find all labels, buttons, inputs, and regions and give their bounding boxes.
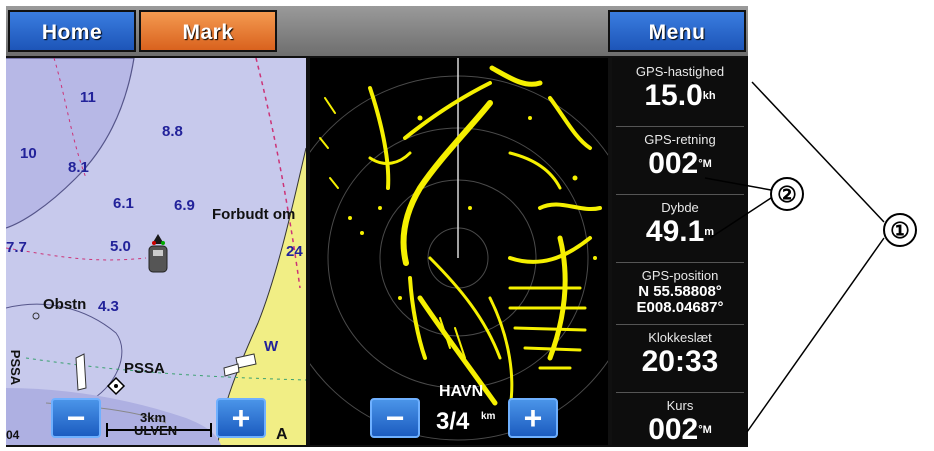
obstruction-label: Obstn xyxy=(43,296,87,313)
field-divider xyxy=(616,126,744,127)
minus-icon: − xyxy=(66,400,86,436)
depth-sounding: 8.1 xyxy=(68,159,89,176)
position-latitude: N 55.58808° xyxy=(638,283,722,300)
speed-field[interactable]: GPS-hastighed 15.0kh xyxy=(612,64,748,112)
field-divider xyxy=(616,324,744,325)
depth-sounding: 11 xyxy=(80,89,96,106)
heading-value: 002 xyxy=(648,147,699,180)
chartplotter-screen: Home Mark Menu 11 8.8 10 8.1 6.1 6.9 7.7… xyxy=(6,6,748,447)
depth-sounding: 10 xyxy=(20,145,37,162)
field-divider xyxy=(616,392,744,393)
field-divider xyxy=(616,194,744,195)
west-marker-label: W xyxy=(264,338,279,355)
heading-field[interactable]: GPS-retning 002°M xyxy=(612,132,748,180)
field-divider xyxy=(616,262,744,263)
clock-field[interactable]: Klokkeslæt 20:33 xyxy=(612,330,748,378)
heading-unit: °M xyxy=(698,158,712,170)
data-fields-pane: GPS-hastighed 15.0kh GPS-retning 002°M D… xyxy=(612,58,748,445)
speed-unit: kh xyxy=(702,90,716,102)
position-label: GPS-position xyxy=(641,268,719,283)
depth-sounding: 4.3 xyxy=(98,298,119,315)
depth-sounding: 6.1 xyxy=(113,195,134,212)
minus-icon: − xyxy=(385,400,405,436)
depth-sounding: 6.9 xyxy=(174,197,195,214)
position-longitude: E008.04687° xyxy=(636,299,724,316)
clock-value: 20:33 xyxy=(641,345,719,378)
course-field[interactable]: Kurs 002°M xyxy=(612,398,748,445)
position-field[interactable]: GPS-position N 55.58808° E008.04687° xyxy=(612,268,748,316)
course-value: 002 xyxy=(648,413,699,446)
depth-sounding: 24 xyxy=(286,243,303,260)
nautical-chart-pane[interactable]: 11 8.8 10 8.1 6.1 6.9 7.7 5.0 4.3 24 For… xyxy=(6,58,306,445)
depth-sounding: 7.7 xyxy=(6,239,27,256)
depth-label: Dybde xyxy=(661,200,699,215)
speed-value: 15.0 xyxy=(644,79,703,112)
pssa-vertical-label: PSSA xyxy=(8,349,24,386)
chart-zoom-in-button[interactable]: + xyxy=(216,398,266,438)
depth-value: 49.1 xyxy=(645,215,705,248)
radar-zoom-out-button[interactable]: − xyxy=(370,398,420,438)
callout-one-icon: ① xyxy=(883,213,917,247)
plus-icon: + xyxy=(523,400,543,436)
scale-place-label: ULVEN xyxy=(134,423,178,438)
chart-zoom-out-button[interactable]: − xyxy=(51,398,101,438)
radar-range-unit: km xyxy=(481,411,496,422)
chart-map-graphic xyxy=(6,58,306,445)
plus-icon: + xyxy=(231,400,251,436)
menu-button[interactable]: Menu xyxy=(608,10,746,52)
course-unit: °M xyxy=(698,424,712,436)
depth-sounding: 5.0 xyxy=(110,238,131,255)
callout-two-icon: ② xyxy=(770,177,804,211)
top-toolbar: Home Mark Menu xyxy=(6,6,748,56)
radar-place-label: HAVN xyxy=(439,383,484,400)
north-arrow-icon: A xyxy=(276,426,288,443)
vessel-icon xyxy=(148,234,168,273)
chart-edge-number: 04 xyxy=(6,428,20,442)
depth-unit: m xyxy=(704,226,715,238)
depth-field[interactable]: Dybde 49.1m xyxy=(612,200,748,248)
pssa-label: PSSA xyxy=(124,360,165,377)
home-button[interactable]: Home xyxy=(8,10,136,52)
depth-sounding: 8.8 xyxy=(162,123,183,140)
clock-label: Klokkeslæt xyxy=(648,330,712,345)
radar-range-value: 3/4 xyxy=(436,408,470,435)
speed-label: GPS-hastighed xyxy=(635,64,725,79)
radar-zoom-in-button[interactable]: + xyxy=(508,398,558,438)
radar-pane[interactable]: HAVN − + 3/4 km xyxy=(310,58,608,445)
restricted-area-label: Forbudt om xyxy=(212,206,296,223)
mark-button[interactable]: Mark xyxy=(139,10,277,52)
heading-label: GPS-retning xyxy=(644,132,716,147)
course-label: Kurs xyxy=(666,398,694,413)
